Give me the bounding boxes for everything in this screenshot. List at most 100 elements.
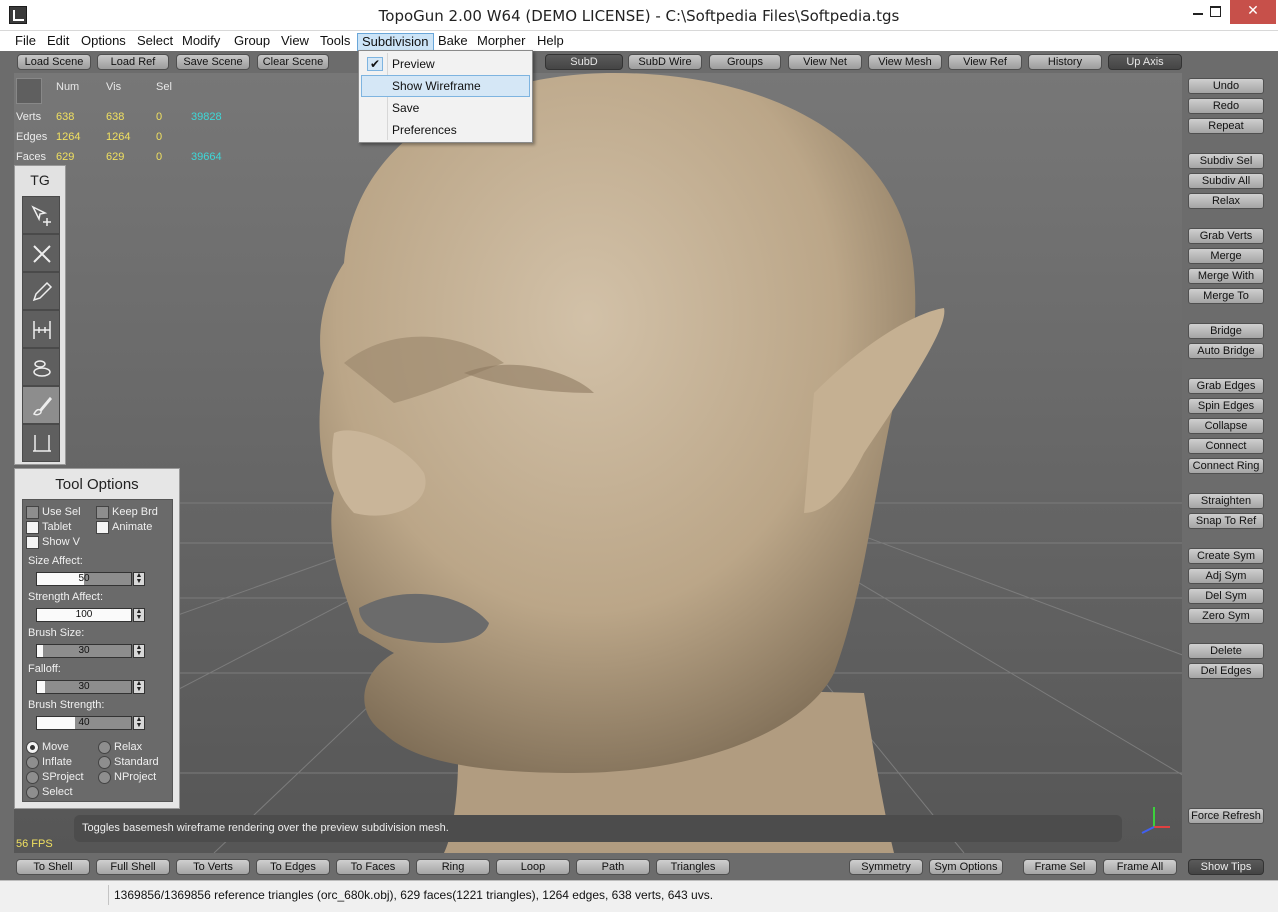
del-edges-button[interactable]: Del Edges xyxy=(1188,663,1264,679)
brush-tool-button[interactable] xyxy=(22,386,60,424)
bridge-button[interactable]: Bridge xyxy=(1188,323,1264,339)
menu-help[interactable]: Help xyxy=(533,33,568,51)
brush-strength-spinner[interactable]: ▲ ▼ xyxy=(133,716,145,730)
menu-subdivision[interactable]: Subdivision xyxy=(357,33,434,51)
zero-sym-button[interactable]: Zero Sym xyxy=(1188,608,1264,624)
menu-edit[interactable]: Edit xyxy=(43,33,73,51)
nproject-radio[interactable]: NProject xyxy=(98,771,156,784)
menu-group[interactable]: Group xyxy=(230,33,274,51)
triangles-button[interactable]: Triangles xyxy=(656,859,730,875)
to-shell-button[interactable]: To Shell xyxy=(16,859,90,875)
size-affect-field[interactable]: 50 xyxy=(36,572,132,586)
relax-button[interactable]: Relax xyxy=(1188,193,1264,209)
use-sel-checkbox[interactable]: Use Sel xyxy=(26,506,81,519)
menu-file[interactable]: File xyxy=(11,33,40,51)
to-edges-button[interactable]: To Edges xyxy=(256,859,330,875)
load-scene-button[interactable]: Load Scene xyxy=(17,54,91,70)
menu-modify[interactable]: Modify xyxy=(178,33,224,51)
loop-button[interactable]: Loop xyxy=(496,859,570,875)
falloff-spinner[interactable]: ▲ ▼ xyxy=(133,680,145,694)
to-verts-button[interactable]: To Verts xyxy=(176,859,250,875)
snap-to-ref-button[interactable]: Snap To Ref xyxy=(1188,513,1264,529)
standard-radio[interactable]: Standard xyxy=(98,756,159,769)
3d-viewport[interactable] xyxy=(14,73,1182,853)
strength-affect-field[interactable]: 100 xyxy=(36,608,132,622)
show-v-checkbox[interactable]: Show V xyxy=(26,536,80,549)
adj-sym-button[interactable]: Adj Sym xyxy=(1188,568,1264,584)
collapse-button[interactable]: Collapse xyxy=(1188,418,1264,434)
connect-ring-button[interactable]: Connect Ring xyxy=(1188,458,1264,474)
groups-button[interactable]: Groups xyxy=(709,54,781,70)
symmetry-button[interactable]: Symmetry xyxy=(849,859,923,875)
undo-button[interactable]: Undo xyxy=(1188,78,1264,94)
full-shell-button[interactable]: Full Shell xyxy=(96,859,170,875)
menu-select[interactable]: Select xyxy=(133,33,177,51)
path-button[interactable]: Path xyxy=(576,859,650,875)
straighten-button[interactable]: Straighten xyxy=(1188,493,1264,509)
extrude-tool-button[interactable] xyxy=(22,424,60,462)
history-button[interactable]: History xyxy=(1028,54,1102,70)
draw-tool-button[interactable] xyxy=(22,272,60,310)
relax-radio[interactable]: Relax xyxy=(98,741,142,754)
merge-with-button[interactable]: Merge With xyxy=(1188,268,1264,284)
menu-bake[interactable]: Bake xyxy=(434,33,472,51)
repeat-button[interactable]: Repeat xyxy=(1188,118,1264,134)
show-tips-button[interactable]: Show Tips xyxy=(1188,859,1264,875)
subdiv-all-button[interactable]: Subdiv All xyxy=(1188,173,1264,189)
size-affect-spinner[interactable]: ▲ ▼ xyxy=(133,572,145,586)
brush-size-field[interactable]: 30 xyxy=(36,644,132,658)
load-ref-button[interactable]: Load Ref xyxy=(97,54,169,70)
move-radio[interactable]: Move xyxy=(26,741,69,754)
del-sym-button[interactable]: Del Sym xyxy=(1188,588,1264,604)
up-axis-button[interactable]: Up Axis xyxy=(1108,54,1182,70)
keep-brd-checkbox[interactable]: Keep Brd xyxy=(96,506,158,519)
view-mesh-button[interactable]: View Mesh xyxy=(868,54,942,70)
inflate-radio[interactable]: Inflate xyxy=(26,756,72,769)
delete-button[interactable]: Delete xyxy=(1188,643,1264,659)
bridge-tool-button[interactable] xyxy=(22,348,60,386)
redo-button[interactable]: Redo xyxy=(1188,98,1264,114)
dropdown-show-wireframe[interactable]: Show Wireframe xyxy=(361,75,530,97)
merge-to-button[interactable]: Merge To xyxy=(1188,288,1264,304)
frame-sel-button[interactable]: Frame Sel xyxy=(1023,859,1097,875)
menu-view[interactable]: View xyxy=(277,33,313,51)
dropdown-save[interactable]: Save xyxy=(361,97,530,119)
close-button[interactable]: ✕ xyxy=(1230,0,1276,24)
tablet-checkbox[interactable]: Tablet xyxy=(26,521,71,534)
brush-size-spinner[interactable]: ▲ ▼ xyxy=(133,644,145,658)
ring-button[interactable]: Ring xyxy=(416,859,490,875)
sproject-radio[interactable]: SProject xyxy=(26,771,84,784)
save-scene-button[interactable]: Save Scene xyxy=(176,54,250,70)
create-tool-button[interactable] xyxy=(22,196,60,234)
dropdown-preview[interactable]: ✔ Preview xyxy=(361,53,530,75)
view-net-button[interactable]: View Net xyxy=(788,54,862,70)
auto-bridge-button[interactable]: Auto Bridge xyxy=(1188,343,1264,359)
view-ref-button[interactable]: View Ref xyxy=(948,54,1022,70)
connect-button[interactable]: Connect xyxy=(1188,438,1264,454)
grab-verts-button[interactable]: Grab Verts xyxy=(1188,228,1264,244)
create-sym-button[interactable]: Create Sym xyxy=(1188,548,1264,564)
maximize-button[interactable] xyxy=(1198,0,1232,24)
delete-tool-button[interactable] xyxy=(22,234,60,272)
grab-edges-button[interactable]: Grab Edges xyxy=(1188,378,1264,394)
to-faces-button[interactable]: To Faces xyxy=(336,859,410,875)
menu-tools[interactable]: Tools xyxy=(316,33,354,51)
merge-button[interactable]: Merge xyxy=(1188,248,1264,264)
subd-button[interactable]: SubD xyxy=(545,54,623,70)
dropdown-preferences[interactable]: Preferences xyxy=(361,119,530,141)
menu-morpher[interactable]: Morpher xyxy=(473,33,529,51)
menu-options[interactable]: Options xyxy=(77,33,130,51)
edge-loop-tool-button[interactable] xyxy=(22,310,60,348)
select-radio[interactable]: Select xyxy=(26,786,73,799)
subd-wire-button[interactable]: SubD Wire xyxy=(628,54,702,70)
animate-checkbox[interactable]: Animate xyxy=(96,521,152,534)
sym-options-button[interactable]: Sym Options xyxy=(929,859,1003,875)
brush-strength-field[interactable]: 40 xyxy=(36,716,132,730)
clear-scene-button[interactable]: Clear Scene xyxy=(257,54,329,70)
force-refresh-button[interactable]: Force Refresh xyxy=(1188,808,1264,824)
frame-all-button[interactable]: Frame All xyxy=(1103,859,1177,875)
subdiv-sel-button[interactable]: Subdiv Sel xyxy=(1188,153,1264,169)
spin-edges-button[interactable]: Spin Edges xyxy=(1188,398,1264,414)
strength-affect-spinner[interactable]: ▲ ▼ xyxy=(133,608,145,622)
falloff-field[interactable]: 30 xyxy=(36,680,132,694)
